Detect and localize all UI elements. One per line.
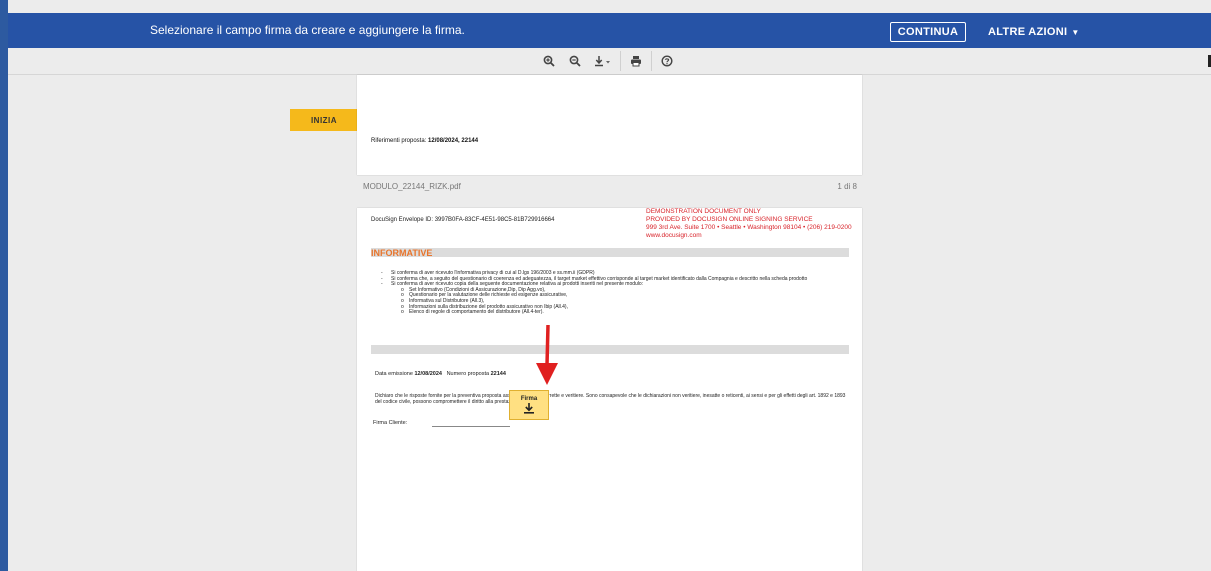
signature-field[interactable]: Firma <box>509 390 549 420</box>
proposal-number: 22144 <box>490 371 506 377</box>
emission-date: 12/08/2024 <box>414 371 442 377</box>
section-divider-bar <box>371 345 849 354</box>
download-icon <box>595 56 610 67</box>
caret-down-icon: ▼ <box>1071 27 1080 37</box>
declaration-text: Dichiaro che le risposte fornite per la … <box>375 393 846 405</box>
document-page-2: DocuSign Envelope ID: 3997B0FA-83CF-4E51… <box>357 208 862 571</box>
demo-watermark: DEMONSTRATION DOCUMENT ONLY PROVIDED BY … <box>646 208 852 240</box>
download-button[interactable] <box>588 50 618 72</box>
start-button-label: INIZIA <box>310 115 338 125</box>
print-button[interactable] <box>623 50 649 72</box>
toolbar-separator <box>651 51 652 71</box>
signature-field-label: Firma <box>520 396 538 402</box>
file-name: MODULO_22144_RIZK.pdf <box>363 182 461 191</box>
envelope-id: DocuSign Envelope ID: 3997B0FA-83CF-4E51… <box>371 217 555 223</box>
signer-label: Firma Cliente: <box>373 420 408 426</box>
demo-line: DEMONSTRATION DOCUMENT ONLY <box>646 208 761 215</box>
signature-line <box>432 426 510 427</box>
zoom-in-icon <box>543 55 555 67</box>
section-title: INFORMATIVE <box>371 248 433 258</box>
zoom-out-icon <box>569 55 581 67</box>
document-toolbar <box>8 48 1211 75</box>
list-subitem: o Elenco di regole di comportamento del d… <box>401 309 544 316</box>
zoom-out-button[interactable] <box>562 50 588 72</box>
instruction-message: Selezionare il campo firma da creare e a… <box>150 23 465 37</box>
demo-line: 999 3rd Ave. Suite 1700 • Seattle • Wash… <box>646 224 852 231</box>
more-actions-menu[interactable]: ALTRE AZIONI ▼ <box>988 24 1080 40</box>
window-frame-left <box>0 0 8 571</box>
document-page-1: Riferimenti proposta: 12/08/2024, 22144 <box>357 75 862 175</box>
proposal-reference-value: 12/08/2024, 22144 <box>428 138 479 144</box>
page-indicator: 1 di 8 <box>837 182 857 191</box>
start-button[interactable]: INIZIA <box>290 109 358 131</box>
proposal-reference-label: Riferimenti proposta: <box>371 138 429 144</box>
toolbar-separator <box>620 51 621 71</box>
toolbar-buttons <box>536 50 680 72</box>
file-info-bar: MODULO_22144_RIZK.pdf 1 di 8 <box>363 182 857 194</box>
help-button[interactable] <box>654 50 680 72</box>
download-icon <box>524 403 534 414</box>
demo-line: PROVIDED BY DOCUSIGN ONLINE SIGNING SERV… <box>646 216 813 223</box>
emission-info: Data emissione 12/08/2024 Numero propost… <box>375 371 506 377</box>
more-actions-label: ALTRE AZIONI <box>988 26 1068 38</box>
zoom-in-button[interactable] <box>536 50 562 72</box>
section-header-bar <box>371 248 849 257</box>
top-action-bar: Selezionare il campo firma da creare e a… <box>8 13 1211 48</box>
informative-list: - Si conferma di aver ricevuto l'informat… <box>373 270 843 316</box>
arrow-down-icon <box>536 325 558 385</box>
proposal-reference: Riferimenti proposta: 12/08/2024, 22144 <box>371 138 478 144</box>
help-icon <box>661 55 673 67</box>
print-icon <box>631 56 641 67</box>
demo-line: www.docusign.com <box>646 232 702 239</box>
continue-button-label: CONTINUA <box>897 26 959 38</box>
continue-button[interactable]: CONTINUA <box>890 22 966 42</box>
